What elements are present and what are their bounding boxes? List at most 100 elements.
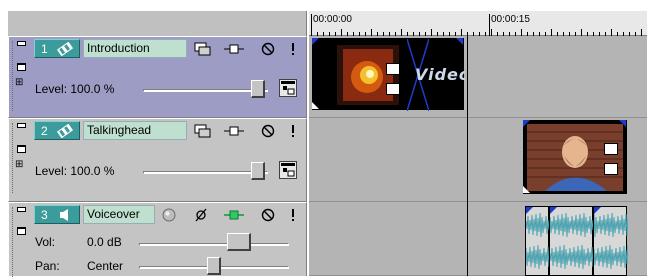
invert-phase-button[interactable] (191, 206, 211, 223)
automation-icon (281, 81, 295, 95)
audio-waveform (593, 207, 630, 270)
mute-button[interactable] (258, 122, 278, 139)
track-grip[interactable] (12, 123, 14, 193)
solo-button[interactable] (283, 122, 303, 139)
level-slider-track[interactable] (143, 171, 268, 174)
timeline-cursor[interactable] (467, 36, 468, 276)
mute-icon (261, 124, 275, 137)
waveform-channel (525, 244, 552, 270)
expand-track-icon[interactable]: ⊞ (15, 77, 29, 89)
film-strip-icon (56, 42, 74, 56)
track-number-badge[interactable]: 1 (34, 39, 80, 58)
audio-event[interactable] (525, 206, 552, 276)
pan-value: Center (87, 259, 124, 273)
level-slider-thumb[interactable] (251, 162, 265, 180)
fire-thumbnail-image (337, 45, 399, 105)
fade-in-handle[interactable] (312, 102, 320, 110)
track-number-badge[interactable]: 3 (34, 205, 80, 224)
waveform-channel (525, 212, 552, 238)
track-fx-button[interactable] (224, 122, 244, 139)
restore-track-icon[interactable] (17, 63, 26, 71)
track-name-field[interactable]: Voiceover (83, 205, 155, 224)
track-number-badge[interactable]: 2 (34, 121, 80, 140)
restore-track-icon[interactable] (17, 145, 26, 153)
minimize-track-icon[interactable] (17, 123, 26, 128)
time-ruler[interactable]: 00:00:00 00:00:15 (309, 11, 647, 36)
track-header-list: ⊞ 1 Introduction Level: 100.0 % ⊞ 2 Talk… (8, 11, 307, 277)
solo-button[interactable] (283, 40, 303, 57)
event-fx-icon[interactable] (386, 63, 400, 75)
audio-waveform (525, 207, 552, 270)
track-lane-introduction[interactable]: Videot (309, 36, 647, 118)
volume-value: 0.0 dB (87, 235, 122, 249)
waveform-channel (593, 212, 630, 238)
compositing-mode-button[interactable] (193, 40, 213, 57)
solo-button[interactable] (283, 206, 303, 223)
audio-event[interactable] (549, 206, 596, 276)
track-name-field[interactable]: Introduction (83, 39, 187, 58)
mute-button[interactable] (258, 40, 278, 57)
invert-phase-icon (195, 208, 207, 221)
ruler-label-start: 00:00:00 (313, 14, 352, 25)
ruler-tick (431, 29, 432, 36)
waveform-channel (549, 244, 596, 270)
track-fx-icon (224, 126, 244, 135)
ruler-major-tick (489, 14, 490, 36)
event-start-marker (550, 207, 557, 214)
track-level-label: Level: 100.0 % (35, 82, 115, 96)
event-thumbnail (337, 45, 399, 105)
volume-slider-thumb[interactable] (227, 233, 251, 251)
track-number: 3 (41, 208, 48, 222)
video-event-intro[interactable]: Videot (312, 38, 465, 111)
automation-keyframe-button[interactable] (279, 79, 297, 97)
record-arm-icon (162, 208, 176, 221)
expand-track-icon[interactable]: ⊞ (15, 159, 29, 171)
track-lane-voiceover[interactable] (309, 202, 647, 276)
ruler-tick (581, 29, 582, 36)
track-number: 2 (41, 124, 48, 138)
ruler-tick (491, 29, 492, 36)
audio-event[interactable] (593, 206, 630, 276)
volume-slider-track[interactable] (139, 243, 289, 246)
video-event-talkinghead[interactable] (523, 120, 627, 194)
record-arm-button[interactable] (159, 206, 179, 223)
level-slider-track[interactable] (143, 89, 268, 92)
track-lane-talkinghead[interactable] (309, 118, 647, 202)
pan-label: Pan: (35, 259, 60, 273)
event-fx-icon[interactable] (604, 143, 618, 155)
track-level-label: Level: 100.0 % (35, 164, 115, 178)
event-end-marker (456, 38, 463, 45)
automation-keyframe-button[interactable] (279, 161, 297, 179)
ruler-tick (521, 29, 522, 36)
speaker-thumbnail-image (527, 124, 623, 191)
track-number: 1 (41, 42, 48, 56)
mute-button[interactable] (258, 206, 278, 223)
event-pan-crop-icon[interactable] (604, 163, 618, 175)
audio-waveform (549, 207, 596, 270)
track-fx-icon (224, 210, 244, 219)
ruler-tick (611, 29, 612, 36)
event-pan-crop-icon[interactable] (386, 83, 400, 95)
track-header-introduction[interactable]: ⊞ 1 Introduction Level: 100.0 % (8, 36, 307, 118)
minimize-track-icon[interactable] (17, 41, 26, 46)
volume-label: Vol: (35, 235, 56, 249)
track-header-voiceover[interactable]: 3 Voiceover Vol: 0.0 dB Pan: Center (8, 202, 307, 277)
track-grip[interactable] (12, 207, 14, 277)
track-fx-button[interactable] (224, 40, 244, 57)
compositing-mode-icon (194, 124, 211, 137)
compositing-mode-button[interactable] (193, 122, 213, 139)
speaker-icon (60, 209, 68, 221)
compositing-mode-icon (194, 42, 211, 55)
restore-track-icon[interactable] (17, 227, 26, 235)
fade-in-handle[interactable] (523, 186, 531, 194)
track-grip[interactable] (12, 41, 14, 111)
level-slider-thumb[interactable] (251, 80, 265, 98)
pan-slider-thumb[interactable] (207, 257, 221, 275)
ruler-tick (641, 29, 642, 36)
track-fx-button[interactable] (224, 206, 244, 223)
minimize-track-icon[interactable] (17, 207, 26, 212)
track-header-talkinghead[interactable]: ⊞ 2 Talkinghead Level: 100.0 % (8, 118, 307, 202)
timeline-area[interactable]: 00:00:00 00:00:15 Vide (309, 11, 647, 276)
ruler-label-15s: 00:00:15 (491, 14, 530, 25)
track-name-field[interactable]: Talkinghead (83, 121, 187, 140)
